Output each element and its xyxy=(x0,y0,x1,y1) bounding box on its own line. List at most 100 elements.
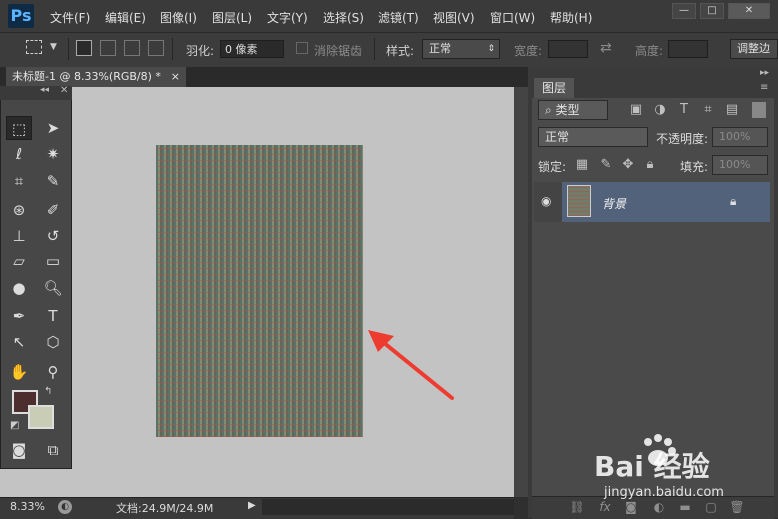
adjustment-filter-icon[interactable]: ◑ xyxy=(652,102,668,118)
opacity-input[interactable]: 100% xyxy=(712,127,768,147)
antialias-checkbox[interactable] xyxy=(296,42,308,54)
search-icon: ⌕ xyxy=(545,103,556,117)
hand-tool-icon[interactable]: ✋ xyxy=(6,360,32,384)
document-image[interactable] xyxy=(156,145,363,437)
shape-filter-icon[interactable]: ⌗ xyxy=(700,102,716,118)
quick-mask-icon[interactable]: ◙ xyxy=(6,438,32,462)
annotation-arrow-icon xyxy=(368,330,454,400)
chevron-down-icon[interactable]: ▼ xyxy=(50,42,57,52)
dodge-tool-icon[interactable]: 🔍︎ xyxy=(40,276,66,300)
blend-mode-select[interactable]: 正常 xyxy=(538,127,648,147)
horizontal-scrollbar[interactable] xyxy=(262,499,514,515)
swap-icon[interactable]: ⇄ xyxy=(600,40,612,56)
minimize-button[interactable]: — xyxy=(672,3,696,19)
rect-marquee-tool-icon[interactable]: ⬚ xyxy=(6,116,32,140)
lock-pixels-icon[interactable]: ✎ xyxy=(598,157,614,173)
menu-layer[interactable]: 图层(L) xyxy=(212,9,252,26)
lock-all-icon[interactable]: 🔒︎ xyxy=(642,157,658,173)
watermark-brand: Bai 经验 xyxy=(594,450,710,483)
menu-file[interactable]: 文件(F) xyxy=(50,9,90,26)
blur-tool-icon[interactable]: ● xyxy=(6,276,32,300)
link-layers-icon[interactable]: ⛓ xyxy=(568,499,586,515)
divider xyxy=(172,38,173,60)
menu-image[interactable]: 图像(I) xyxy=(160,9,197,26)
smart-object-filter-icon[interactable]: ▤ xyxy=(724,102,740,118)
menu-view[interactable]: 视图(V) xyxy=(433,9,475,26)
feather-input[interactable]: 0 像素 xyxy=(220,40,284,58)
play-icon[interactable]: ▶ xyxy=(248,500,256,511)
feather-label: 羽化: xyxy=(186,44,215,58)
subtract-selection-icon[interactable] xyxy=(124,40,140,56)
visibility-cell[interactable]: ◉ xyxy=(534,182,562,222)
eyedropper-tool-icon[interactable]: ✎ xyxy=(40,169,66,193)
clone-stamp-tool-icon[interactable]: ⊥ xyxy=(6,224,32,248)
menu-help[interactable]: 帮助(H) xyxy=(550,9,592,26)
expand-icon[interactable]: ▸▸ xyxy=(760,68,769,78)
height-label: 高度: xyxy=(635,44,664,58)
blend-mode-value: 正常 xyxy=(545,130,570,144)
menu-edit[interactable]: 编辑(E) xyxy=(105,9,146,26)
shape-tool-icon[interactable]: ⬡ xyxy=(40,330,66,354)
panel-menu-icon[interactable]: ≡ xyxy=(760,82,768,93)
screen-mode-icon[interactable]: ⧉ xyxy=(40,438,66,462)
zoom-level[interactable]: 8.33% xyxy=(10,500,45,513)
add-selection-icon[interactable] xyxy=(100,40,116,56)
lock-label: 锁定: xyxy=(538,160,567,174)
brush-tool-icon[interactable]: ✐ xyxy=(40,198,66,222)
move-tool-icon[interactable]: ➤ xyxy=(40,116,66,140)
height-input[interactable] xyxy=(668,40,708,58)
fill-label: 填充: xyxy=(680,160,709,174)
filter-toggle-icon[interactable] xyxy=(752,102,766,118)
updown-icon: ⇕ xyxy=(487,44,495,54)
watermark-domain: jingyan.baidu.com xyxy=(603,485,724,500)
close-button[interactable]: ✕ xyxy=(728,3,770,19)
menu-filter[interactable]: 滤镜(T) xyxy=(378,9,419,26)
magic-wand-tool-icon[interactable]: ✷ xyxy=(40,142,66,166)
background-color-swatch[interactable] xyxy=(28,405,54,429)
close-panel-icon[interactable]: ✕ xyxy=(60,85,68,96)
history-brush-tool-icon[interactable]: ↺ xyxy=(40,224,66,248)
lasso-tool-icon[interactable]: ℓ xyxy=(6,142,32,166)
rect-marquee-preset-icon[interactable] xyxy=(26,40,42,54)
default-colors-icon[interactable]: ◩ xyxy=(10,420,19,431)
refine-edge-button[interactable]: 调整边 xyxy=(730,39,778,59)
swap-colors-icon[interactable]: ↰ xyxy=(44,386,52,397)
document-size-info[interactable]: 文档:24.9M/24.9M xyxy=(116,500,213,516)
maximize-button[interactable]: □ xyxy=(700,3,724,19)
menu-window[interactable]: 窗口(W) xyxy=(490,9,535,26)
layer-thumbnail[interactable] xyxy=(567,185,591,217)
eye-icon[interactable]: ◉ xyxy=(541,194,551,208)
eraser-tool-icon[interactable]: ▱ xyxy=(6,249,32,273)
pixel-filter-icon[interactable]: ▣ xyxy=(628,102,644,118)
vertical-scrollbar[interactable] xyxy=(514,87,528,497)
layer-filter-select[interactable]: ⌕ 类型 xyxy=(538,100,608,120)
style-select-value: 正常 xyxy=(429,42,451,55)
layer-name[interactable]: 背景 xyxy=(602,195,626,212)
gradient-tool-icon[interactable]: ▭ xyxy=(40,249,66,273)
intersect-selection-icon[interactable] xyxy=(148,40,164,56)
layer-filter-value: 类型 xyxy=(555,103,580,117)
style-select[interactable]: 正常 ⇕ xyxy=(422,39,500,59)
tab-layers[interactable]: 图层 xyxy=(534,78,574,98)
menu-select[interactable]: 选择(S) xyxy=(323,9,364,26)
tools-panel-header[interactable]: ◂◂ ✕ xyxy=(0,85,72,100)
menu-type[interactable]: 文字(Y) xyxy=(267,9,308,26)
lock-position-icon[interactable]: ✥ xyxy=(620,157,636,173)
spot-healing-tool-icon[interactable]: ⊛ xyxy=(6,198,32,222)
fill-input[interactable]: 100% xyxy=(712,155,768,175)
lock-transparent-icon[interactable]: ▦ xyxy=(574,157,590,173)
share-icon[interactable]: ◐ xyxy=(58,500,72,514)
path-selection-tool-icon[interactable]: ↖ xyxy=(6,330,32,354)
divider xyxy=(68,38,69,60)
new-selection-icon[interactable] xyxy=(76,40,92,56)
type-tool-icon[interactable]: T xyxy=(40,304,66,328)
width-input[interactable] xyxy=(548,40,588,58)
zoom-tool-icon[interactable]: ⚲ xyxy=(40,360,66,384)
document-tab[interactable]: 未标题-1 @ 8.33%(RGB/8) * × xyxy=(6,67,186,87)
layer-lock-icon: 🔒︎ xyxy=(730,194,737,208)
collapse-icon[interactable]: ◂◂ xyxy=(40,85,49,95)
pen-tool-icon[interactable]: ✒ xyxy=(6,304,32,328)
type-filter-icon[interactable]: T xyxy=(676,102,692,118)
close-tab-icon[interactable]: × xyxy=(171,67,180,87)
crop-tool-icon[interactable]: ⌗ xyxy=(6,169,32,193)
